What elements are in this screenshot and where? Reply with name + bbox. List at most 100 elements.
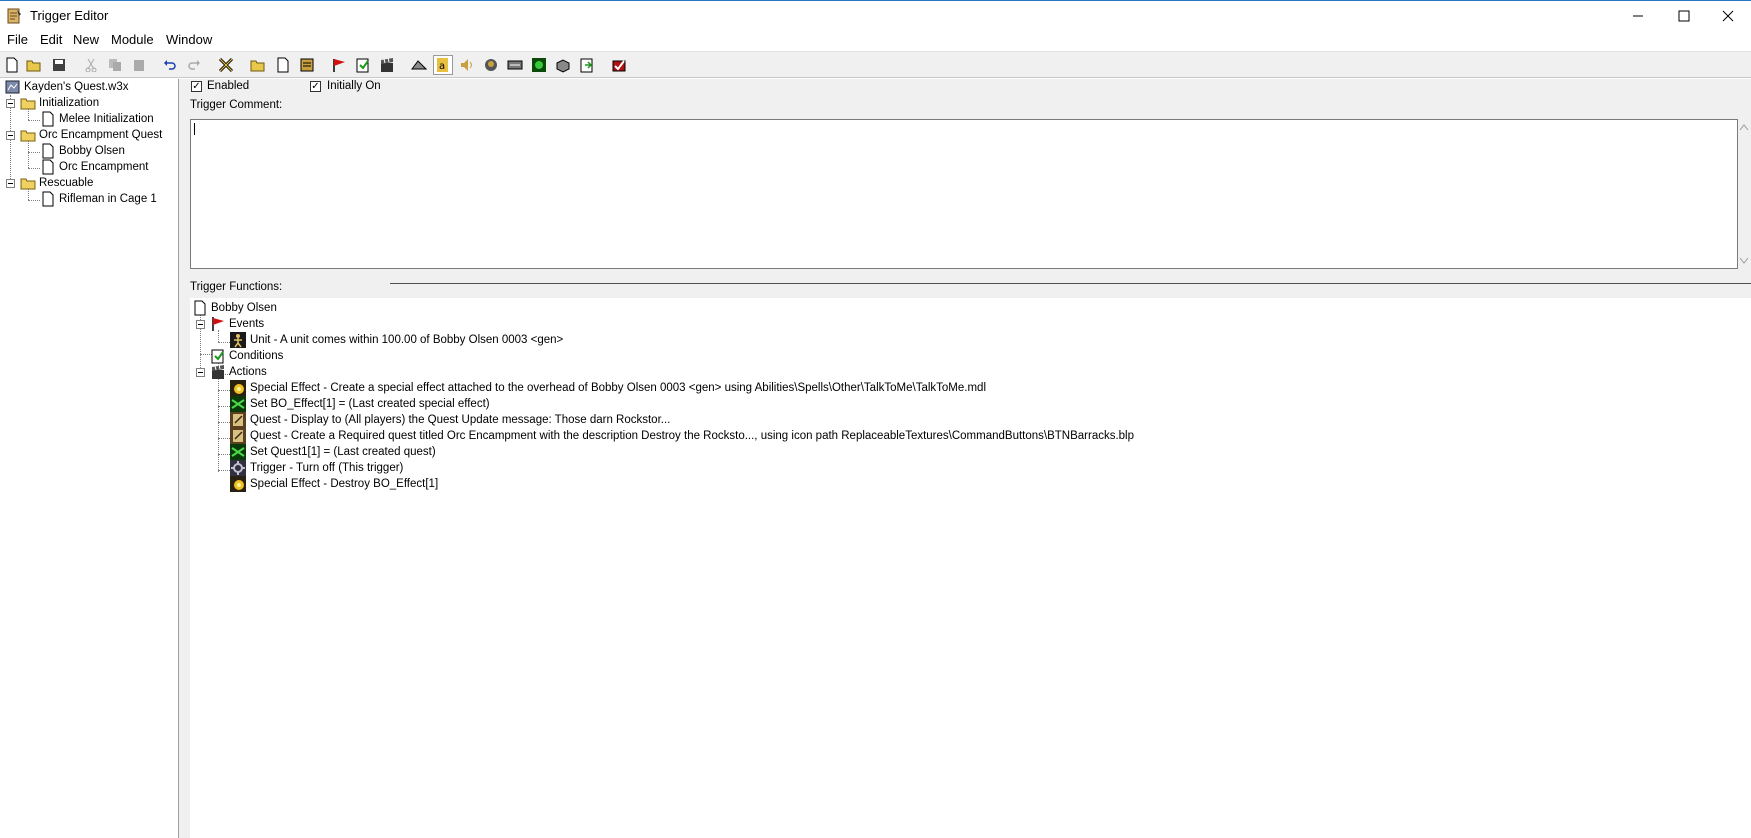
toolbar: a bbox=[0, 51, 1751, 78]
tree-folder-initialization[interactable]: Initialization bbox=[20, 95, 99, 111]
unit-event-icon bbox=[230, 332, 246, 348]
window-title: Trigger Editor bbox=[30, 8, 109, 23]
action-text: Special Effect - Create a special effect… bbox=[250, 382, 986, 394]
cut-icon[interactable] bbox=[81, 55, 101, 75]
ai-editor-icon[interactable] bbox=[529, 55, 549, 75]
tree-trigger-bobby-olsen[interactable]: Bobby Olsen bbox=[40, 143, 125, 159]
action-row[interactable]: Set BO_Effect[1] = (Last created special… bbox=[230, 396, 490, 412]
scroll-down-icon[interactable] bbox=[1739, 257, 1749, 265]
import-manager-icon[interactable] bbox=[577, 55, 597, 75]
event-row[interactable]: Unit - A unit comes within 100.00 of Bob… bbox=[230, 332, 563, 348]
trigger-editor-icon[interactable]: a bbox=[433, 55, 453, 75]
set-variable-icon bbox=[230, 444, 246, 460]
menu-module[interactable]: Module bbox=[111, 32, 154, 47]
event-flag-icon bbox=[210, 316, 226, 332]
map-file-icon bbox=[5, 79, 21, 95]
function-trigger-name[interactable]: Bobby Olsen bbox=[192, 300, 277, 316]
object-manager-icon[interactable] bbox=[553, 55, 573, 75]
folder-expander[interactable] bbox=[6, 131, 15, 140]
new-comment-icon[interactable] bbox=[297, 55, 317, 75]
close-button[interactable] bbox=[1705, 1, 1751, 30]
event-text: Unit - A unit comes within 100.00 of Bob… bbox=[250, 334, 564, 346]
action-row[interactable]: Quest - Display to (All players) the Que… bbox=[230, 412, 670, 428]
action-row[interactable]: Special Effect - Create a special effect… bbox=[230, 380, 986, 396]
test-map-icon[interactable] bbox=[609, 55, 629, 75]
initially-on-checkbox[interactable]: ✓ bbox=[310, 81, 321, 92]
trigger-comment-label: Trigger Comment: bbox=[190, 99, 283, 111]
new-category-icon[interactable] bbox=[248, 55, 268, 75]
enabled-checkbox[interactable]: ✓ bbox=[191, 81, 202, 92]
trigger-functions-tree: Bobby Olsen Events Unit - A unit comes w… bbox=[190, 298, 1751, 838]
conditions-node[interactable]: Conditions bbox=[210, 348, 283, 364]
new-action-icon[interactable] bbox=[377, 55, 397, 75]
maximize-button[interactable] bbox=[1661, 1, 1707, 30]
minimize-button[interactable] bbox=[1615, 1, 1661, 30]
svg-text:a: a bbox=[439, 61, 445, 72]
tree-root-map[interactable]: Kayden's Quest.w3x bbox=[5, 79, 128, 95]
trigger-comment-textarea[interactable] bbox=[190, 119, 1749, 269]
trigger-file-icon bbox=[40, 159, 56, 175]
title-bar: Trigger Editor bbox=[0, 0, 1751, 30]
folder-expander[interactable] bbox=[6, 99, 15, 108]
trigger-file-icon bbox=[40, 111, 56, 127]
trigger-label: Melee Initialization bbox=[59, 113, 154, 125]
new-condition-icon[interactable] bbox=[353, 55, 373, 75]
redo-icon[interactable] bbox=[184, 55, 204, 75]
folder-label: Rescuable bbox=[39, 177, 94, 189]
tree-folder-orc-encampment-quest[interactable]: Orc Encampment Quest bbox=[20, 127, 162, 143]
events-node[interactable]: Events bbox=[210, 316, 264, 332]
paste-icon[interactable] bbox=[129, 55, 149, 75]
terrain-editor-icon[interactable] bbox=[409, 55, 429, 75]
tree-trigger-melee-initialization[interactable]: Melee Initialization bbox=[40, 111, 154, 127]
action-row[interactable]: Special Effect - Destroy BO_Effect[1] bbox=[230, 476, 438, 492]
action-text: Trigger - Turn off (This trigger) bbox=[250, 462, 404, 474]
tree-folder-rescuable[interactable]: Rescuable bbox=[20, 175, 93, 191]
new-map-icon[interactable] bbox=[2, 55, 22, 75]
open-folder-icon[interactable] bbox=[24, 55, 44, 75]
menu-new[interactable]: New bbox=[73, 32, 99, 47]
trigger-tree: Kayden's Quest.w3x Initialization Melee … bbox=[0, 79, 179, 838]
menu-window[interactable]: Window bbox=[166, 32, 212, 47]
events-label: Events bbox=[229, 318, 265, 330]
function-trigger-name-label: Bobby Olsen bbox=[211, 302, 277, 314]
tree-trigger-rifleman-in-cage-1[interactable]: Rifleman in Cage 1 bbox=[40, 191, 157, 207]
new-event-icon[interactable] bbox=[329, 55, 349, 75]
trigger-editor-app-icon bbox=[6, 8, 22, 24]
quest-icon bbox=[230, 428, 246, 444]
action-row[interactable]: Set Quest1[1] = (Last created quest) bbox=[230, 444, 436, 460]
action-row[interactable]: Trigger - Turn off (This trigger) bbox=[230, 460, 403, 476]
action-text: Special Effect - Destroy BO_Effect[1] bbox=[250, 478, 439, 490]
folder-label: Initialization bbox=[39, 97, 100, 109]
actions-label: Actions bbox=[229, 366, 267, 378]
scroll-up-icon[interactable] bbox=[1739, 123, 1749, 131]
new-trigger-icon[interactable] bbox=[273, 55, 293, 75]
events-expander[interactable] bbox=[196, 320, 205, 329]
text-caret bbox=[194, 123, 195, 135]
enabled-label: Enabled bbox=[207, 80, 250, 92]
delete-icon[interactable] bbox=[216, 55, 236, 75]
menu-edit[interactable]: Edit bbox=[40, 32, 62, 47]
special-effect-icon bbox=[230, 380, 246, 396]
action-text: Set BO_Effect[1] = (Last created special… bbox=[250, 398, 490, 410]
trigger-label: Bobby Olsen bbox=[59, 145, 125, 157]
tree-trigger-orc-encampment[interactable]: Orc Encampment bbox=[40, 159, 148, 175]
trigger-functions-label: Trigger Functions: bbox=[190, 281, 283, 293]
conditions-label: Conditions bbox=[229, 350, 284, 362]
menu-file[interactable]: File bbox=[7, 32, 28, 47]
campaign-editor-icon[interactable] bbox=[505, 55, 525, 75]
sound-editor-icon[interactable] bbox=[457, 55, 477, 75]
undo-icon[interactable] bbox=[160, 55, 180, 75]
save-icon[interactable] bbox=[49, 55, 69, 75]
folder-expander[interactable] bbox=[6, 179, 15, 188]
copy-icon[interactable] bbox=[105, 55, 125, 75]
actions-node[interactable]: Actions bbox=[210, 364, 267, 380]
action-row[interactable]: Quest - Create a Required quest titled O… bbox=[230, 428, 1134, 444]
horizontal-splitter[interactable] bbox=[390, 283, 1751, 284]
actions-expander[interactable] bbox=[196, 368, 205, 377]
object-editor-icon[interactable] bbox=[481, 55, 501, 75]
folder-label: Orc Encampment Quest bbox=[39, 129, 163, 141]
action-text: Quest - Display to (All players) the Que… bbox=[250, 414, 671, 426]
folder-icon bbox=[20, 127, 36, 143]
set-variable-icon bbox=[230, 396, 246, 412]
folder-icon bbox=[20, 95, 36, 111]
